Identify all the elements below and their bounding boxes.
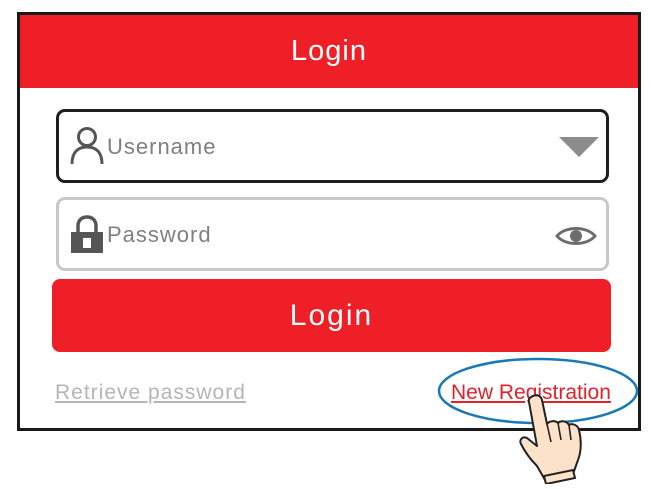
lock-icon	[69, 215, 105, 260]
retrieve-password-link[interactable]: Retrieve password	[55, 381, 246, 405]
dialog-header: Login	[20, 15, 638, 88]
dropdown-triangle-icon[interactable]	[559, 137, 599, 164]
user-icon	[69, 126, 105, 171]
dialog-title: Login	[291, 35, 367, 67]
login-button[interactable]: Login	[52, 279, 611, 352]
username-input[interactable]	[107, 132, 527, 162]
username-field[interactable]	[56, 109, 609, 183]
password-field[interactable]	[56, 197, 609, 271]
eye-icon[interactable]	[555, 225, 597, 252]
password-input[interactable]	[107, 220, 527, 250]
pointing-hand-icon	[515, 394, 595, 489]
